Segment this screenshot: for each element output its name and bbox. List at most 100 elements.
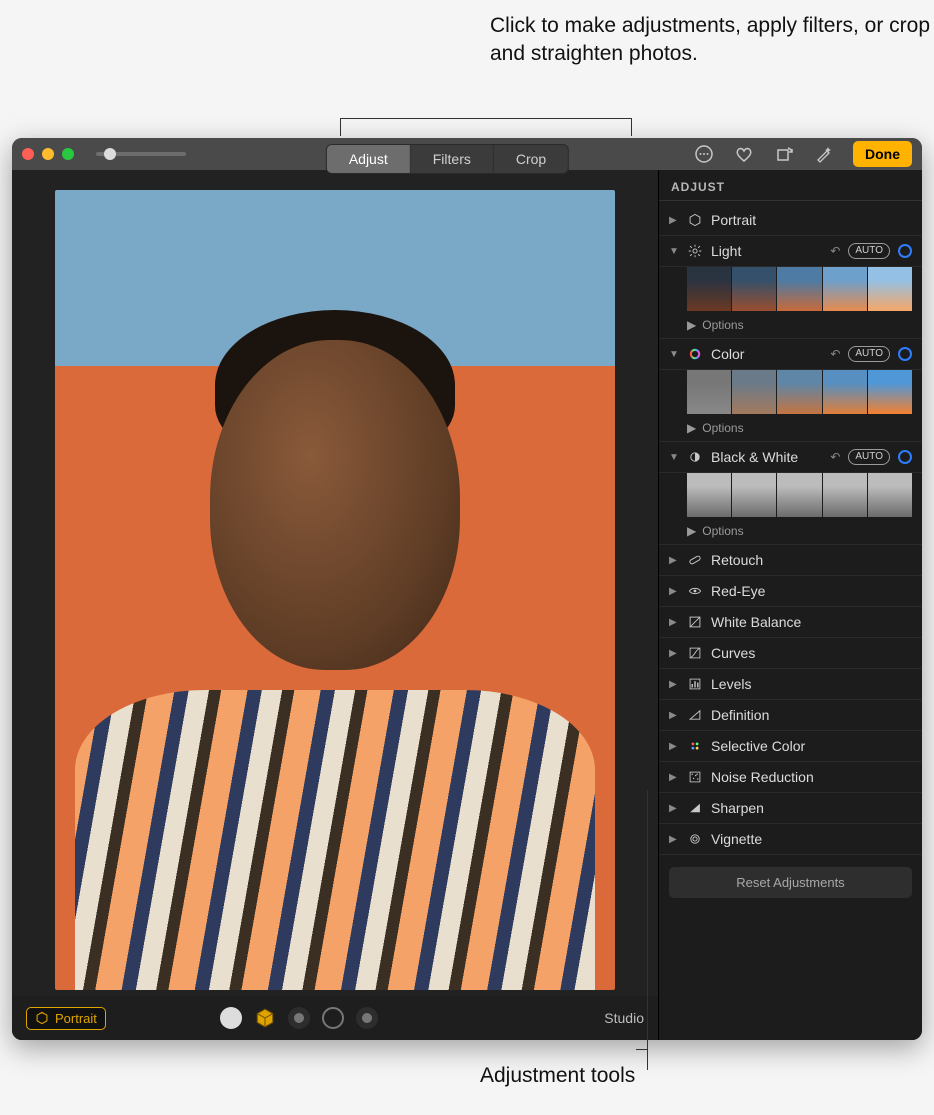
undo-icon[interactable]: ↶ <box>830 347 840 361</box>
row-label: White Balance <box>711 614 801 630</box>
row-label: Vignette <box>711 831 762 847</box>
undo-icon[interactable]: ↶ <box>830 244 840 258</box>
callout-bottom-stem <box>647 1050 648 1070</box>
lighting-stage-mono[interactable] <box>356 1007 378 1029</box>
chevron-right-icon: ▶ <box>669 772 679 783</box>
chevron-right-icon: ▶ <box>669 710 679 721</box>
adjust-vignette-row[interactable]: ▶ Vignette <box>659 824 922 855</box>
half-circle-icon <box>687 449 703 465</box>
chevron-right-icon: ▶ <box>669 586 679 597</box>
row-label: Red-Eye <box>711 583 765 599</box>
tab-crop[interactable]: Crop <box>494 145 568 173</box>
chevron-right-icon: ▶ <box>669 215 679 226</box>
auto-button[interactable]: AUTO <box>848 243 890 259</box>
adjust-sidebar: ADJUST ▶ Portrait ▼ Light ↶ AUTO ▶Option… <box>658 170 922 1040</box>
bw-options[interactable]: ▶Options <box>659 521 922 545</box>
bandage-icon <box>687 552 703 568</box>
adjust-portrait-row[interactable]: ▶ Portrait <box>659 205 922 236</box>
photo-area: Portrait Studio <box>12 170 658 1040</box>
row-label: Noise Reduction <box>711 769 814 785</box>
adjust-color-row[interactable]: ▼ Color ↶ AUTO <box>659 339 922 370</box>
color-thumbnail-slider[interactable] <box>659 370 922 418</box>
photo-canvas[interactable] <box>12 170 658 996</box>
close-window-button[interactable] <box>22 148 34 160</box>
titlebar: Adjust Filters Crop Done <box>12 138 922 170</box>
lighting-studio-selected[interactable] <box>254 1007 276 1029</box>
sharpen-icon <box>687 800 703 816</box>
rotate-icon[interactable] <box>773 143 795 165</box>
enable-toggle[interactable] <box>898 347 912 361</box>
lighting-stage[interactable] <box>322 1007 344 1029</box>
lighting-natural[interactable] <box>220 1007 242 1029</box>
callout-top-text: Click to make adjustments, apply filters… <box>490 12 934 69</box>
window-controls <box>22 148 74 160</box>
row-label: Black & White <box>711 449 798 465</box>
favorite-heart-icon[interactable] <box>733 143 755 165</box>
adjust-bw-row[interactable]: ▼ Black & White ↶ AUTO <box>659 442 922 473</box>
row-label: Selective Color <box>711 738 805 754</box>
light-options[interactable]: ▶Options <box>659 315 922 339</box>
color-options[interactable]: ▶Options <box>659 418 922 442</box>
adjust-redeye-row[interactable]: ▶ Red-Eye <box>659 576 922 607</box>
portrait-mode-chip[interactable]: Portrait <box>26 1007 106 1030</box>
photo-preview <box>55 190 615 990</box>
reset-adjustments-button[interactable]: Reset Adjustments <box>669 867 912 898</box>
chevron-right-icon: ▶ <box>669 741 679 752</box>
chevron-right-icon: ▶ <box>669 834 679 845</box>
photos-edit-window: Adjust Filters Crop Done <box>12 138 922 1040</box>
palette-icon <box>687 738 703 754</box>
enable-toggle[interactable] <box>898 450 912 464</box>
auto-button[interactable]: AUTO <box>848 449 890 465</box>
tab-adjust[interactable]: Adjust <box>327 145 411 173</box>
more-icon[interactable] <box>693 143 715 165</box>
done-button[interactable]: Done <box>853 141 912 167</box>
adjust-noise-row[interactable]: ▶ Noise Reduction <box>659 762 922 793</box>
adjust-sharpen-row[interactable]: ▶ Sharpen <box>659 793 922 824</box>
auto-enhance-icon[interactable] <box>813 143 835 165</box>
wb-icon <box>687 614 703 630</box>
callout-bottom-bracket <box>636 790 648 1050</box>
row-label: Sharpen <box>711 800 764 816</box>
adjust-curves-row[interactable]: ▶ Curves <box>659 638 922 669</box>
callout-top-bracket <box>340 118 632 136</box>
levels-icon <box>687 676 703 692</box>
adjust-levels-row[interactable]: ▶ Levels <box>659 669 922 700</box>
sidebar-header: ADJUST <box>659 170 922 200</box>
light-thumbnail-slider[interactable] <box>659 267 922 315</box>
color-ring-icon <box>687 346 703 362</box>
chevron-right-icon: ▶ <box>669 648 679 659</box>
eye-icon <box>687 583 703 599</box>
portrait-lighting-bar: Portrait Studio <box>12 996 658 1040</box>
adjust-selcolor-row[interactable]: ▶ Selective Color <box>659 731 922 762</box>
chevron-right-icon: ▶ <box>669 617 679 628</box>
adjust-light-row[interactable]: ▼ Light ↶ AUTO <box>659 236 922 267</box>
row-label: Retouch <box>711 552 763 568</box>
edit-mode-segmented-control: Adjust Filters Crop <box>326 144 569 174</box>
row-label: Levels <box>711 676 751 692</box>
row-label: Curves <box>711 645 755 661</box>
zoom-slider[interactable] <box>96 152 186 156</box>
tab-filters[interactable]: Filters <box>411 145 494 173</box>
adjust-retouch-row[interactable]: ▶ Retouch <box>659 545 922 576</box>
enable-toggle[interactable] <box>898 244 912 258</box>
row-label: Light <box>711 243 741 259</box>
chevron-down-icon: ▼ <box>669 349 679 360</box>
callout-bottom-text: Adjustment tools <box>480 1064 635 1088</box>
zoom-window-button[interactable] <box>62 148 74 160</box>
adjust-wb-row[interactable]: ▶ White Balance <box>659 607 922 638</box>
row-label: Definition <box>711 707 769 723</box>
chevron-down-icon: ▼ <box>669 246 679 257</box>
sun-icon <box>687 243 703 259</box>
bw-thumbnail-slider[interactable] <box>659 473 922 521</box>
triangle-icon <box>687 707 703 723</box>
minimize-window-button[interactable] <box>42 148 54 160</box>
adjust-definition-row[interactable]: ▶ Definition <box>659 700 922 731</box>
lighting-contour[interactable] <box>288 1007 310 1029</box>
undo-icon[interactable]: ↶ <box>830 450 840 464</box>
portrait-chip-label: Portrait <box>55 1011 97 1026</box>
vignette-icon <box>687 831 703 847</box>
row-label: Portrait <box>711 212 756 228</box>
row-label: Color <box>711 346 744 362</box>
zoom-slider-thumb[interactable] <box>104 148 116 160</box>
auto-button[interactable]: AUTO <box>848 346 890 362</box>
